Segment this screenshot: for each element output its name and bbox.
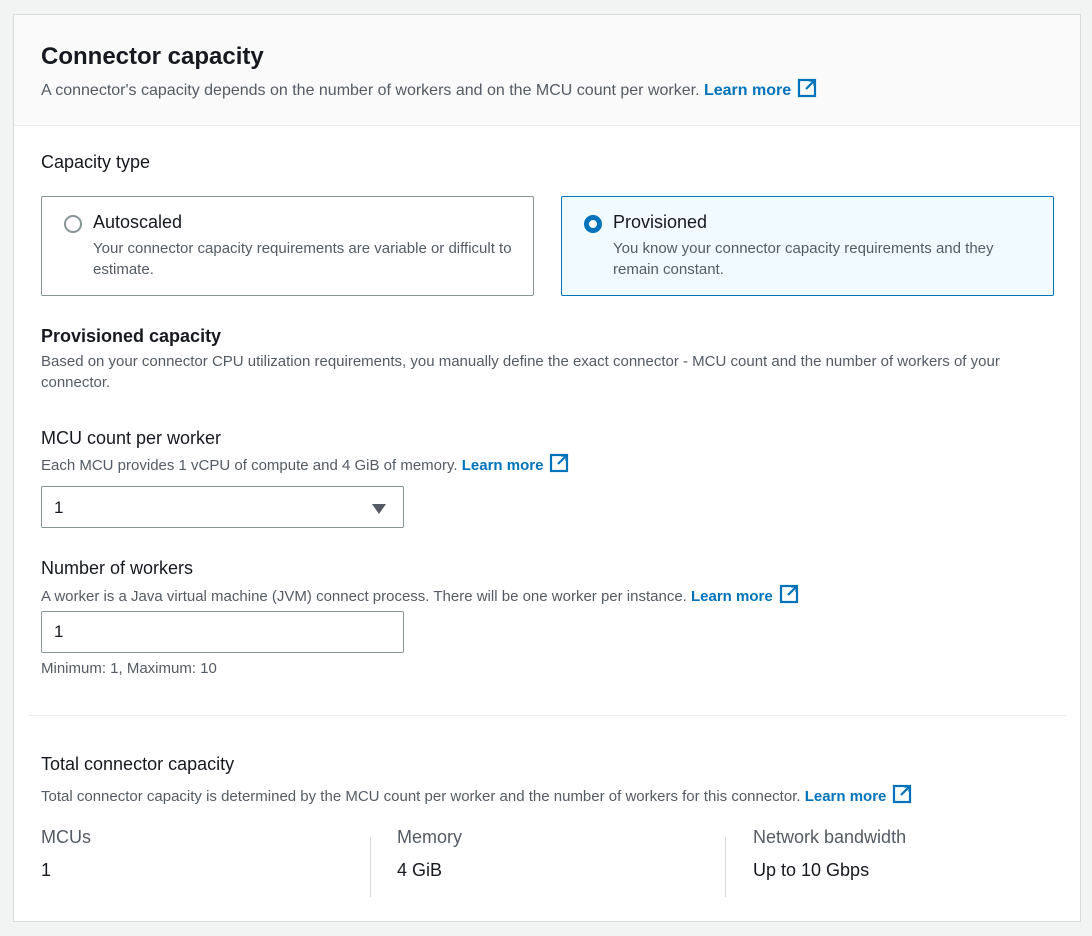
workers-learn-more-link[interactable]: Learn more [691, 584, 799, 605]
panel-title: Connector capacity [41, 43, 264, 70]
mcus-value: 1 [41, 860, 52, 880]
panel-header: Connector capacity A connector's capacit… [14, 15, 1080, 126]
panel-description: A connector's capacity depends on the nu… [41, 78, 817, 100]
external-link-icon [779, 584, 798, 604]
total-learn-more-label: Learn more [804, 788, 887, 805]
mcus-stat: MCUs 1 [41, 827, 91, 897]
mcu-count-select[interactable]: 1 [41, 486, 404, 528]
mcu-count-label: MCU count per worker [41, 428, 222, 448]
mcu-count-value: 1 [54, 498, 64, 517]
provisioned-description: You know your connector capacity require… [613, 240, 994, 278]
number-of-workers-description: A worker is a Java virtual machine (JVM)… [41, 584, 799, 607]
mcu-count-description: Each MCU provides 1 vCPU of compute and … [41, 453, 569, 476]
autoscaled-title: Autoscaled [93, 212, 183, 232]
network-bandwidth-value: Up to 10 Gbps [753, 860, 870, 880]
autoscaled-radio[interactable] [64, 215, 82, 233]
number-of-workers-label: Number of workers [41, 558, 194, 578]
network-bandwidth-stat: Network bandwidth Up to 10 Gbps [753, 827, 906, 897]
caret-down-icon [372, 504, 386, 514]
learn-more-label: Learn more [703, 82, 792, 99]
workers-learn-more-label: Learn more [691, 588, 773, 605]
autoscaled-option[interactable]: Autoscaled Your connector capacity requi… [41, 196, 534, 296]
panel-description-text: A connector's capacity depends on the nu… [41, 82, 700, 99]
memory-stat: Memory 4 GiB [397, 827, 462, 897]
total-capacity-description: Total connector capacity is determined b… [41, 784, 912, 807]
connector-capacity-panel: Connector capacity A connector's capacit… [13, 14, 1081, 922]
stat-divider [725, 837, 726, 897]
network-bandwidth-label: Network bandwidth [753, 827, 907, 847]
number-of-workers-description-text: A worker is a Java virtual machine (JVM)… [41, 588, 687, 605]
total-capacity-description-text: Total connector capacity is determined b… [41, 788, 801, 805]
stat-divider [370, 837, 371, 897]
provisioned-radio[interactable] [584, 215, 602, 233]
external-link-icon [798, 78, 817, 98]
memory-label: Memory [397, 827, 463, 847]
mcu-learn-more-label: Learn more [461, 457, 544, 474]
provisioned-title: Provisioned [613, 212, 708, 232]
memory-value: 4 GiB [397, 860, 443, 880]
total-capacity-heading: Total connector capacity [41, 754, 235, 774]
mcus-label: MCUs [41, 827, 91, 847]
capacity-type-label: Capacity type [41, 152, 151, 172]
provisioned-capacity-description: Based on your connector CPU utilization … [41, 353, 1000, 391]
external-link-icon [893, 784, 912, 804]
learn-more-link[interactable]: Learn more [703, 78, 817, 99]
mcu-learn-more-link[interactable]: Learn more [461, 453, 570, 474]
section-divider [28, 715, 1066, 716]
number-of-workers-input[interactable] [41, 611, 404, 653]
provisioned-capacity-heading: Provisioned capacity [41, 326, 222, 346]
external-link-icon [550, 453, 569, 473]
provisioned-option[interactable]: Provisioned You know your connector capa… [561, 196, 1054, 296]
autoscaled-description: Your connector capacity requirements are… [93, 240, 512, 278]
workers-constraint-text: Minimum: 1, Maximum: 10 [41, 660, 217, 677]
mcu-count-description-text: Each MCU provides 1 vCPU of compute and … [41, 457, 458, 474]
total-learn-more-link[interactable]: Learn more [804, 784, 913, 805]
